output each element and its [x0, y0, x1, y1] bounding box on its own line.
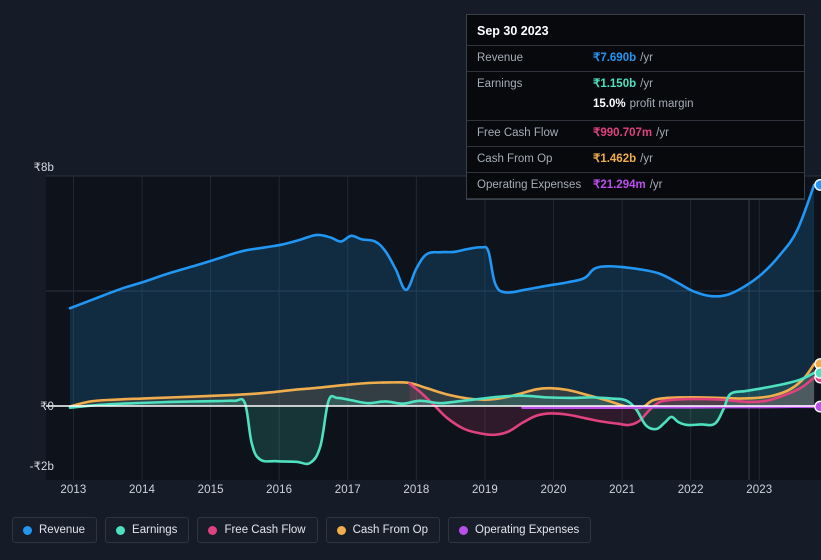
tooltip-metric-unit: /yr	[649, 179, 663, 191]
tooltip-metric-unit: /yr	[640, 153, 653, 165]
legend-item-label: Cash From Op	[352, 524, 429, 536]
tooltip-profit-margin-label: profit margin	[629, 98, 694, 110]
tooltip-row: Operating Expenses ₹21.294m/yr	[467, 172, 804, 198]
chart-tooltip: Sep 30 2023 Revenue ₹7.690b/yr Earnings ₹1.…	[466, 14, 805, 200]
y-axis-label-bottom: -₹2b	[29, 461, 54, 473]
legend-item-label: Revenue	[39, 524, 86, 536]
tooltip-bottom-divider	[467, 198, 804, 199]
x-axis-tick-2015: 2015	[197, 484, 224, 496]
tooltip-metric-unit: /yr	[640, 78, 653, 90]
tooltip-profit-margin-row: 15.0% profit margin	[467, 97, 804, 120]
endpoint-marker-revenue	[814, 179, 821, 191]
chart-legend: Revenue Earnings Free Cash Flow Cash From O…	[12, 517, 592, 543]
x-axis-tick-2017: 2017	[334, 484, 361, 496]
tooltip-metric-name: Operating Expenses	[477, 179, 582, 191]
legend-item-cash-from-op[interactable]: Cash From Op	[325, 517, 441, 543]
legend-color-dot-icon	[116, 525, 126, 535]
legend-color-dot-icon	[459, 525, 469, 535]
tooltip-metric-value: ₹7.690b	[593, 52, 637, 64]
tooltip-metric-name: Earnings	[477, 78, 523, 90]
x-axis-tick-2016: 2016	[266, 484, 293, 496]
x-axis-tick-2013: 2013	[60, 484, 87, 496]
tooltip-metric-name: Cash From Op	[477, 153, 553, 165]
x-axis-tick-2014: 2014	[129, 484, 155, 496]
tooltip-metric-name: Free Cash Flow	[477, 127, 559, 139]
y-axis-label-top: ₹8b	[33, 162, 54, 174]
endpoint-marker-operating-expenses	[814, 400, 821, 413]
legend-item-label: Free Cash Flow	[224, 524, 306, 536]
tooltip-metric-value: ₹1.462b	[593, 153, 637, 165]
legend-item-operating-expenses[interactable]: Operating Expenses	[448, 517, 592, 543]
legend-color-dot-icon	[208, 525, 218, 535]
tooltip-row: Revenue ₹7.690b/yr	[467, 45, 804, 71]
tooltip-rows: Revenue ₹7.690b/yr Earnings ₹1.150b/yr 15.0%…	[467, 45, 804, 199]
tooltip-metric-unit: /yr	[656, 127, 669, 139]
legend-item-label: Operating Expenses	[475, 524, 580, 536]
x-axis-tick-2023: 2023	[746, 484, 773, 496]
tooltip-metric-unit: /yr	[640, 52, 653, 64]
endpoint-marker-earnings	[814, 367, 821, 379]
x-axis-tick-2021: 2021	[609, 484, 636, 496]
tooltip-date: Sep 30 2023	[477, 24, 549, 38]
legend-item-free-cash-flow[interactable]: Free Cash Flow	[197, 517, 318, 543]
legend-item-revenue[interactable]: Revenue	[12, 517, 98, 543]
legend-item-label: Earnings	[132, 524, 178, 536]
tooltip-row: Cash From Op ₹1.462b/yr	[467, 146, 804, 172]
legend-color-dot-icon	[336, 525, 346, 535]
tooltip-metric-value: ₹1.150b	[593, 78, 637, 90]
x-axis-tick-2020: 2020	[540, 484, 567, 496]
tooltip-metric-value: ₹21.294m	[593, 179, 646, 191]
legend-color-dot-icon	[23, 525, 32, 535]
x-axis-tick-2019: 2019	[471, 484, 498, 496]
tooltip-profit-margin-value: 15.0%	[593, 98, 626, 110]
tooltip-row: Earnings ₹1.150b/yr	[467, 71, 804, 97]
tooltip-metric-name: Revenue	[477, 52, 524, 64]
y-axis-label-zero: ₹0	[40, 401, 54, 413]
tooltip-metric-value: ₹990.707m	[593, 127, 653, 139]
legend-item-earnings[interactable]: Earnings	[105, 517, 190, 543]
x-axis-tick-2022: 2022	[677, 484, 704, 496]
x-axis-tick-2018: 2018	[403, 484, 430, 496]
tooltip-row: Free Cash Flow ₹990.707m/yr	[467, 120, 804, 146]
